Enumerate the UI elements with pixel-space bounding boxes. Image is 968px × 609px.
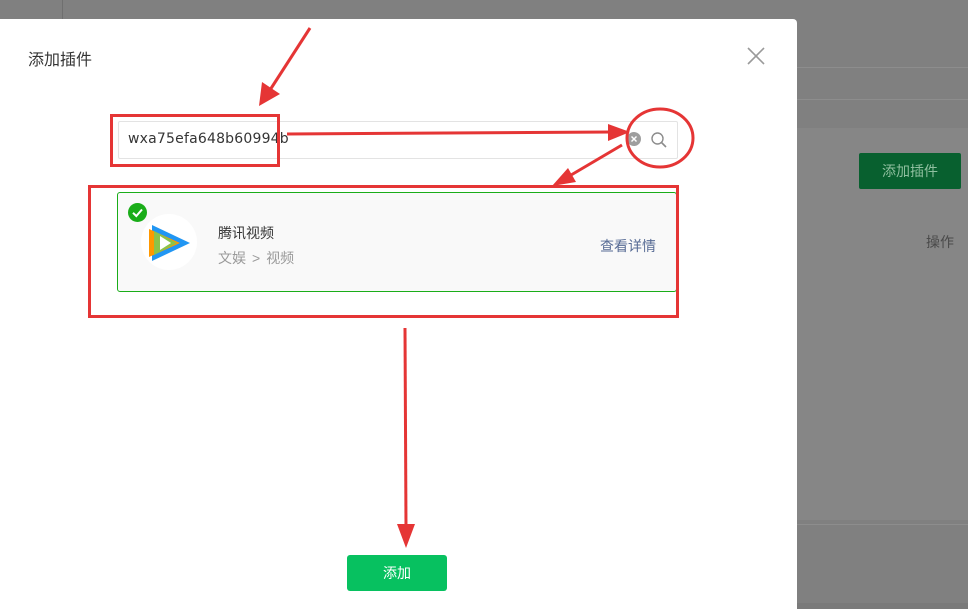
background-operation-label: 操作 — [926, 234, 954, 250]
clear-icon[interactable] — [627, 132, 641, 146]
background-divider — [797, 99, 968, 100]
background-divider — [62, 0, 63, 20]
search-icon[interactable] — [650, 131, 668, 149]
background-divider — [797, 524, 968, 525]
annotation-box-result — [88, 185, 679, 318]
close-icon[interactable] — [745, 45, 767, 67]
background-add-plugin-button: 添加插件 — [859, 153, 961, 189]
background-divider — [797, 67, 968, 68]
annotation-box-search-value — [110, 114, 280, 167]
add-button[interactable]: 添加 — [347, 555, 447, 591]
dialog-title: 添加插件 — [28, 52, 93, 69]
